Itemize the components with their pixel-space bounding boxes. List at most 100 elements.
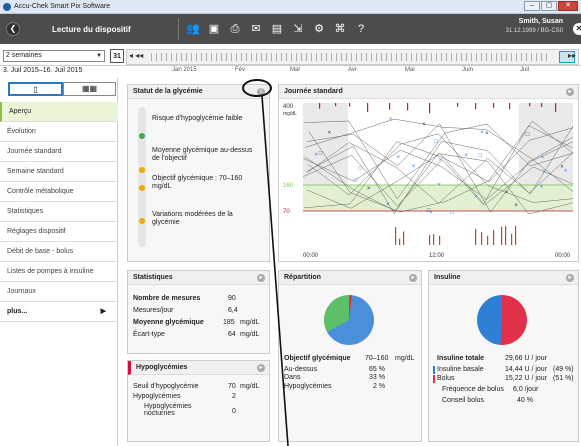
sidebar-item-pompes[interactable]: Listes de pompes à insuline	[0, 262, 118, 282]
mail-icon[interactable]: ✉	[249, 22, 263, 36]
bolus-bar	[511, 233, 513, 245]
panel-title: Journée standard	[284, 88, 343, 95]
distribution-value: 2 %	[373, 383, 386, 390]
single-view-button[interactable]: ▯	[8, 82, 63, 96]
minimize-button[interactable]: –	[524, 1, 540, 11]
period-dropdown[interactable]: 2 semaines ▼	[3, 50, 105, 62]
stat-label: Écart-type	[133, 331, 165, 338]
print-icon[interactable]: ⎙	[228, 22, 242, 36]
distribution-label: Dans	[284, 374, 301, 381]
window-controls: – ▢ ✕	[524, 1, 578, 11]
timeline-next-icon[interactable]: ▸▸	[568, 51, 576, 60]
target-band	[303, 185, 573, 211]
distribution-label: Hypoglycémies	[284, 383, 332, 390]
glucose-marker: ×	[314, 152, 318, 158]
close-patient-icon[interactable]: ✕	[573, 23, 581, 35]
export-icon[interactable]: ⇲	[291, 22, 305, 36]
x-label-noon: 12:00	[429, 253, 445, 259]
insulin-panel: Insuline ▸ Insuline totale 29,66 U / jou…	[428, 270, 579, 442]
glucose-marker: ×	[564, 168, 568, 174]
distribution-label: Au-dessus	[284, 366, 318, 373]
sidebar-item-reglages[interactable]: Réglages dispositif	[0, 222, 118, 242]
hypo-label: Hypoglycémies	[133, 393, 181, 400]
sidebar-item-debit-bolus[interactable]: Débit de base - bolus	[0, 242, 118, 262]
period-bar: 2 semaines ▼ 31 ◂ ◂◂ ▸▸	[0, 44, 581, 66]
open-arrow-icon[interactable]: ▸	[409, 274, 417, 282]
sidebar-item-journee-standard[interactable]: Journée standard	[0, 142, 118, 162]
glucose-marker: ×	[464, 153, 468, 159]
patient-details: 31.12.1999 / BG-CSII	[505, 28, 563, 34]
standard-day-panel: Journée standard ▸ 400 mg/dL 160 70 00:0…	[278, 84, 579, 262]
timeline-prev-icon[interactable]: ◂ ◂◂	[129, 51, 143, 60]
open-arrow-icon[interactable]: ▸	[566, 88, 574, 96]
sidebar-item-plus[interactable]: plus... ▶	[0, 302, 118, 322]
glucose-marker: ×	[485, 131, 489, 137]
help-icon[interactable]: ?	[354, 22, 368, 36]
y-label-70: 70	[283, 209, 290, 215]
glucose-marker: ×	[505, 190, 509, 196]
panel-header: Répartition ▸	[279, 271, 421, 285]
panel-title: Statistiques	[133, 274, 173, 281]
period-dropdown-value: 2 semaines	[6, 52, 42, 59]
sidebar-item-statistiques[interactable]: Statistiques	[0, 202, 118, 222]
sidebar-item-plus-label: plus...	[7, 308, 28, 315]
status-track	[138, 107, 146, 247]
insulin-label: Insuline basale	[437, 366, 484, 373]
glucose-marker: □	[526, 132, 530, 138]
target-unit: mg/dL	[395, 355, 415, 362]
stat-value: 6,4	[228, 307, 238, 314]
timeline-slider[interactable]: ◂ ◂◂ ▸▸	[126, 49, 579, 65]
insulin-label: Conseil bolus	[442, 397, 485, 404]
insulin-pct: (51 %)	[553, 375, 574, 382]
glucose-marker: ×	[429, 210, 433, 216]
bolus-bar	[439, 235, 441, 245]
bolus-bar	[403, 231, 405, 245]
sidebar-item-controle-metabolique[interactable]: Contrôle métabolique	[0, 182, 118, 202]
main-toolbar: ❮ Lecture du dispositif 👥 ▣ ⎙ ✉ ▤ ⇲ ⚙ ⌘ …	[0, 14, 581, 44]
high-reading-bar	[389, 103, 391, 110]
high-reading-bar	[457, 103, 459, 107]
patient-info: Smith, Susan 31.12.1999 / BG-CSII	[506, 18, 563, 34]
calendar-icon[interactable]: 31	[110, 49, 124, 63]
title-bar: Accu-Chek Smart Pix Software – ▢ ✕	[0, 0, 581, 14]
stat-label: Nombre de mesures	[133, 295, 201, 302]
hypo-value: 0	[232, 408, 236, 415]
stat-unit: mg/dL	[240, 331, 260, 338]
glucose-marker: ×	[422, 122, 426, 128]
sidebar-item-apercu[interactable]: Aperçu	[0, 102, 118, 122]
people-icon[interactable]: 👥	[186, 22, 200, 36]
sidebar-item-semaine-standard[interactable]: Semaine standard	[0, 162, 118, 182]
pdf-icon[interactable]: ▤	[270, 22, 284, 36]
maximize-button[interactable]: ▢	[541, 1, 557, 11]
glucose-marker: □	[450, 210, 454, 216]
sidebar-item-evolution[interactable]: Évolution	[0, 122, 118, 142]
glucose-marker: □	[319, 150, 323, 156]
hypoglycemia-panel: Hypoglycémies ▸ Seuil d'hypoglycémie 70 …	[127, 360, 270, 442]
open-arrow-icon[interactable]: ▸	[257, 364, 265, 372]
save-icon[interactable]: ▣	[207, 22, 221, 36]
distribution-panel: Répartition ▸ Objectif glycémique 70–160…	[278, 270, 422, 442]
high-reading-bar	[407, 103, 409, 111]
open-arrow-icon[interactable]: ▸	[257, 274, 265, 282]
status-average-text: Moyenne glycémique au-dessus de l'object…	[152, 147, 253, 162]
insulin-pct: (49 %)	[553, 366, 574, 373]
glucose-marker: ×	[541, 155, 545, 161]
panel-title: Statut de la glycémie	[133, 88, 203, 95]
close-window-button[interactable]: ✕	[558, 1, 578, 11]
glucose-marker: ×	[480, 130, 484, 136]
target-range: 70–160	[365, 355, 389, 362]
settings-icon[interactable]: ⚙	[312, 22, 326, 36]
sidebar-item-journaux[interactable]: Journaux	[0, 282, 118, 302]
grid-view-button[interactable]: ▦▦	[63, 82, 116, 96]
high-reading-bar	[349, 103, 351, 107]
bolus-bar	[515, 225, 517, 245]
bars-area	[303, 211, 573, 247]
bolus-legend-swatch	[433, 375, 435, 383]
bolus-bar	[429, 235, 431, 245]
back-icon[interactable]: ❮	[6, 22, 20, 36]
distribution-value: 65 %	[369, 366, 385, 373]
open-arrow-icon[interactable]: ▸	[566, 274, 574, 282]
device-icon[interactable]: ⌘	[333, 22, 347, 36]
glucose-marker: ×	[367, 186, 371, 192]
stat-value: 90	[228, 295, 236, 302]
